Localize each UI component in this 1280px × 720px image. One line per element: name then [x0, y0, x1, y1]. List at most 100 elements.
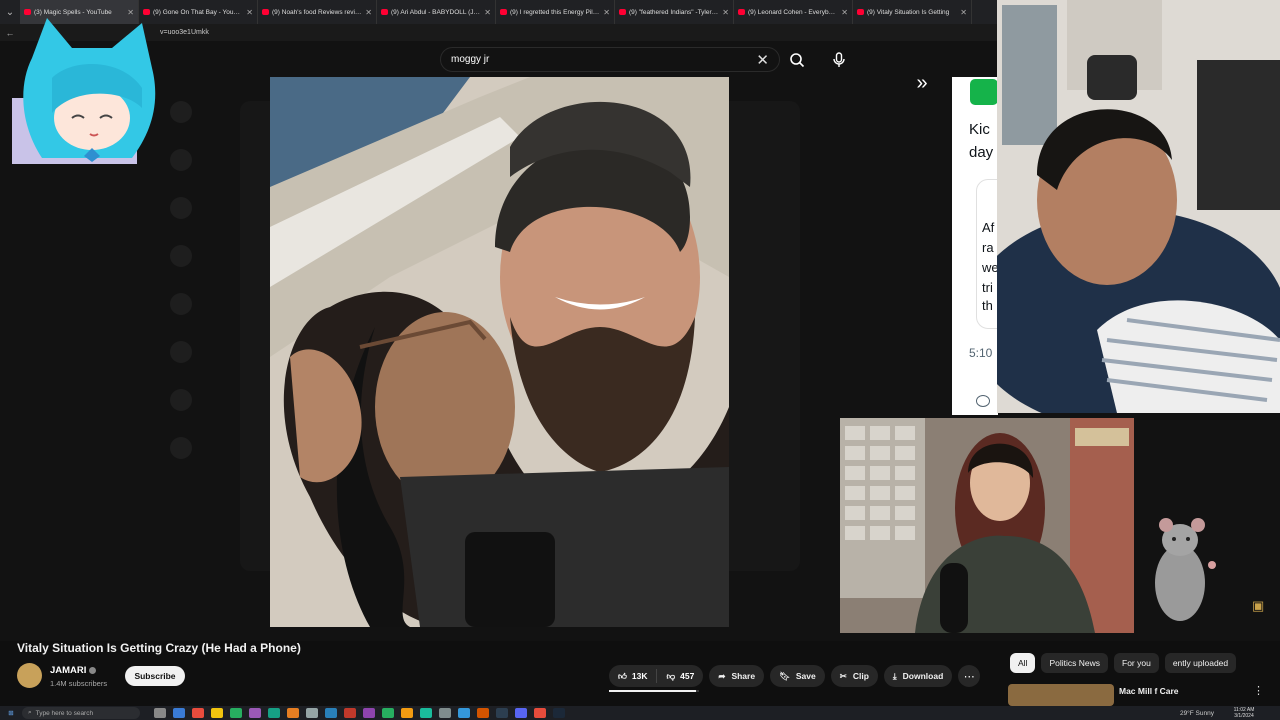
taskbar-app-icon[interactable] — [382, 708, 394, 718]
browser-tab[interactable]: (9) Noah's food Reviews reviews li ✕ — [258, 0, 377, 24]
selfie-photo — [270, 77, 729, 627]
close-tab-icon[interactable]: ✕ — [127, 8, 134, 17]
taskbar-app-icon[interactable] — [477, 708, 489, 718]
taskbar-app-icon[interactable] — [249, 708, 261, 718]
taskbar-app-icon[interactable] — [192, 708, 204, 718]
verified-badge-icon — [89, 666, 97, 674]
taskbar-app-icon[interactable] — [306, 708, 318, 718]
recommended-title[interactable]: Mac Mill f Care — [1119, 686, 1179, 696]
system-clock[interactable]: 11:02 AM 3/1/2024 — [1224, 707, 1264, 719]
close-tab-icon[interactable]: ✕ — [960, 8, 967, 17]
subscribe-button[interactable]: Subscribe — [125, 666, 185, 686]
search-icon — [790, 52, 805, 67]
filter-chip[interactable]: ently uploaded — [1164, 653, 1237, 673]
browser-tab[interactable]: (9) I regretted this Energy Pill... - Y ✕ — [496, 0, 615, 24]
taskbar-app-icon[interactable] — [230, 708, 242, 718]
clip-label: Clip — [852, 671, 869, 681]
like-count: 13K — [631, 671, 648, 681]
tab-title: (3) Magic Spells - YouTube — [34, 8, 112, 16]
channel-avatar[interactable] — [17, 663, 42, 688]
close-tab-icon[interactable]: ✕ — [484, 8, 491, 17]
search-box[interactable]: moggy jr ✕ — [440, 47, 780, 72]
taskbar-app-icon[interactable] — [458, 708, 470, 718]
share-button[interactable]: ➦ Share — [709, 665, 765, 687]
clock-date: 3/1/2024 — [1234, 713, 1254, 719]
taskbar-app-icon[interactable] — [325, 708, 337, 718]
tweet-photo[interactable] — [270, 77, 729, 627]
taskbar-app-icon[interactable] — [344, 708, 356, 718]
youtube-favicon-icon — [619, 9, 626, 15]
taskbar-app-icon[interactable] — [420, 708, 432, 718]
like-ratio-fill — [609, 690, 697, 692]
tab-title: (9) Gone On That Bay - YouTube — [153, 8, 244, 16]
microphone-icon — [833, 51, 845, 67]
reply-icon[interactable] — [976, 395, 990, 407]
close-tab-icon[interactable]: ✕ — [841, 8, 848, 17]
recommended-menu-icon[interactable]: ⋮ — [1253, 684, 1264, 697]
download-icon: ⤓ — [892, 670, 897, 681]
close-tab-icon[interactable]: ✕ — [722, 8, 729, 17]
taskbar-app-icon[interactable] — [496, 708, 508, 718]
download-button[interactable]: ⤓ Download — [883, 665, 953, 687]
close-tab-icon[interactable]: ✕ — [365, 8, 372, 17]
youtube-favicon-icon — [500, 9, 507, 15]
video-title: Vitaly Situation Is Getting Crazy (He Ha… — [17, 641, 301, 655]
taskbar-app-icon[interactable] — [154, 708, 166, 718]
search-input[interactable]: moggy jr — [451, 54, 756, 65]
dislike-button[interactable]: 👎︎ 457 — [657, 665, 703, 687]
like-button[interactable]: 👍︎ 13K — [609, 665, 656, 687]
channel-name[interactable]: JAMARI — [50, 665, 97, 676]
taskbar-search[interactable]: ⌕ Type here to search — [22, 707, 140, 719]
taskbar-app-icon[interactable] — [211, 708, 223, 718]
filter-chip[interactable]: All — [1010, 653, 1036, 673]
expand-chevron-icon[interactable]: » — [908, 72, 936, 96]
taskbar-app-icons — [154, 708, 565, 718]
bookmark-icon: 🔖︎ — [779, 670, 790, 681]
save-button[interactable]: 🔖︎ Save — [770, 665, 825, 687]
search-button[interactable] — [784, 47, 810, 72]
filter-chip[interactable]: Politics News — [1041, 653, 1108, 673]
tab-title: (9) "feathered Indians" -Tyler Chi — [629, 8, 720, 16]
dimmed-sidebar — [150, 101, 210, 621]
browser-tab[interactable]: (9) Vitaly Situation Is Getting ✕ — [853, 0, 972, 24]
taskbar-app-icon[interactable] — [401, 708, 413, 718]
browser-tab[interactable]: (9) Ari Abdul - BABYDOLL (Jason V✕ — [377, 0, 496, 24]
browser-tab[interactable]: (9) "feathered Indians" -Tyler Chi ✕ — [615, 0, 734, 24]
taskbar-app-icon[interactable] — [515, 708, 527, 718]
quoted-text-line: th — [982, 298, 993, 313]
tab-search-icon[interactable]: ⌄ — [0, 7, 20, 18]
channel-name-text[interactable]: JAMARI — [50, 665, 86, 676]
x-app-logo-icon — [970, 79, 998, 105]
clear-search-icon[interactable]: ✕ — [756, 51, 769, 69]
tab-title: (9) Leonard Cohen - Everybody K — [748, 8, 839, 16]
close-tab-icon[interactable]: ✕ — [246, 8, 253, 17]
weather-widget[interactable]: 29°F Sunny — [1180, 710, 1214, 717]
taskbar-app-icon[interactable] — [173, 708, 185, 718]
taskbar-app-icon[interactable] — [287, 708, 299, 718]
recommended-thumbnail[interactable] — [1008, 684, 1114, 706]
taskbar-app-icon[interactable] — [534, 708, 546, 718]
browser-tab[interactable]: (9) Leonard Cohen - Everybody K ✕ — [734, 0, 853, 24]
taskbar-app-icon[interactable] — [439, 708, 451, 718]
download-label: Download — [902, 671, 944, 681]
start-button-icon[interactable]: ⊞ — [0, 709, 22, 717]
more-actions-icon[interactable]: ⋯ — [958, 665, 981, 687]
url-text[interactable]: v=uoo3e1Umkk — [160, 29, 209, 36]
taskbar-app-icon[interactable] — [553, 708, 565, 718]
recommended-video[interactable]: Mac Mill f Care ⋮ — [1008, 684, 1280, 706]
youtube-favicon-icon — [143, 9, 150, 15]
rat-sticker-overlay — [1140, 515, 1220, 630]
recommended-title-right: f Care — [1154, 686, 1179, 696]
taskbar-search-icon: ⌕ — [28, 709, 32, 716]
clip-button[interactable]: ✂ Clip — [830, 665, 878, 687]
taskbar-app-icon[interactable] — [268, 708, 280, 718]
video-actions-row: 👍︎ 13K 👎︎ 457 ➦ Share 🔖︎ Save ✂ Clip ⤓ D… — [609, 665, 981, 687]
taskbar-app-icon[interactable] — [363, 708, 375, 718]
subscriber-count: 1.4M subscribers — [50, 679, 108, 688]
post-timestamp: 5:10 — [969, 346, 993, 360]
close-tab-icon[interactable]: ✕ — [603, 8, 610, 17]
voice-search-button[interactable] — [826, 47, 852, 72]
streamer-webcam-small — [840, 418, 1134, 633]
save-label: Save — [795, 671, 816, 681]
filter-chip[interactable]: For you — [1114, 653, 1159, 673]
